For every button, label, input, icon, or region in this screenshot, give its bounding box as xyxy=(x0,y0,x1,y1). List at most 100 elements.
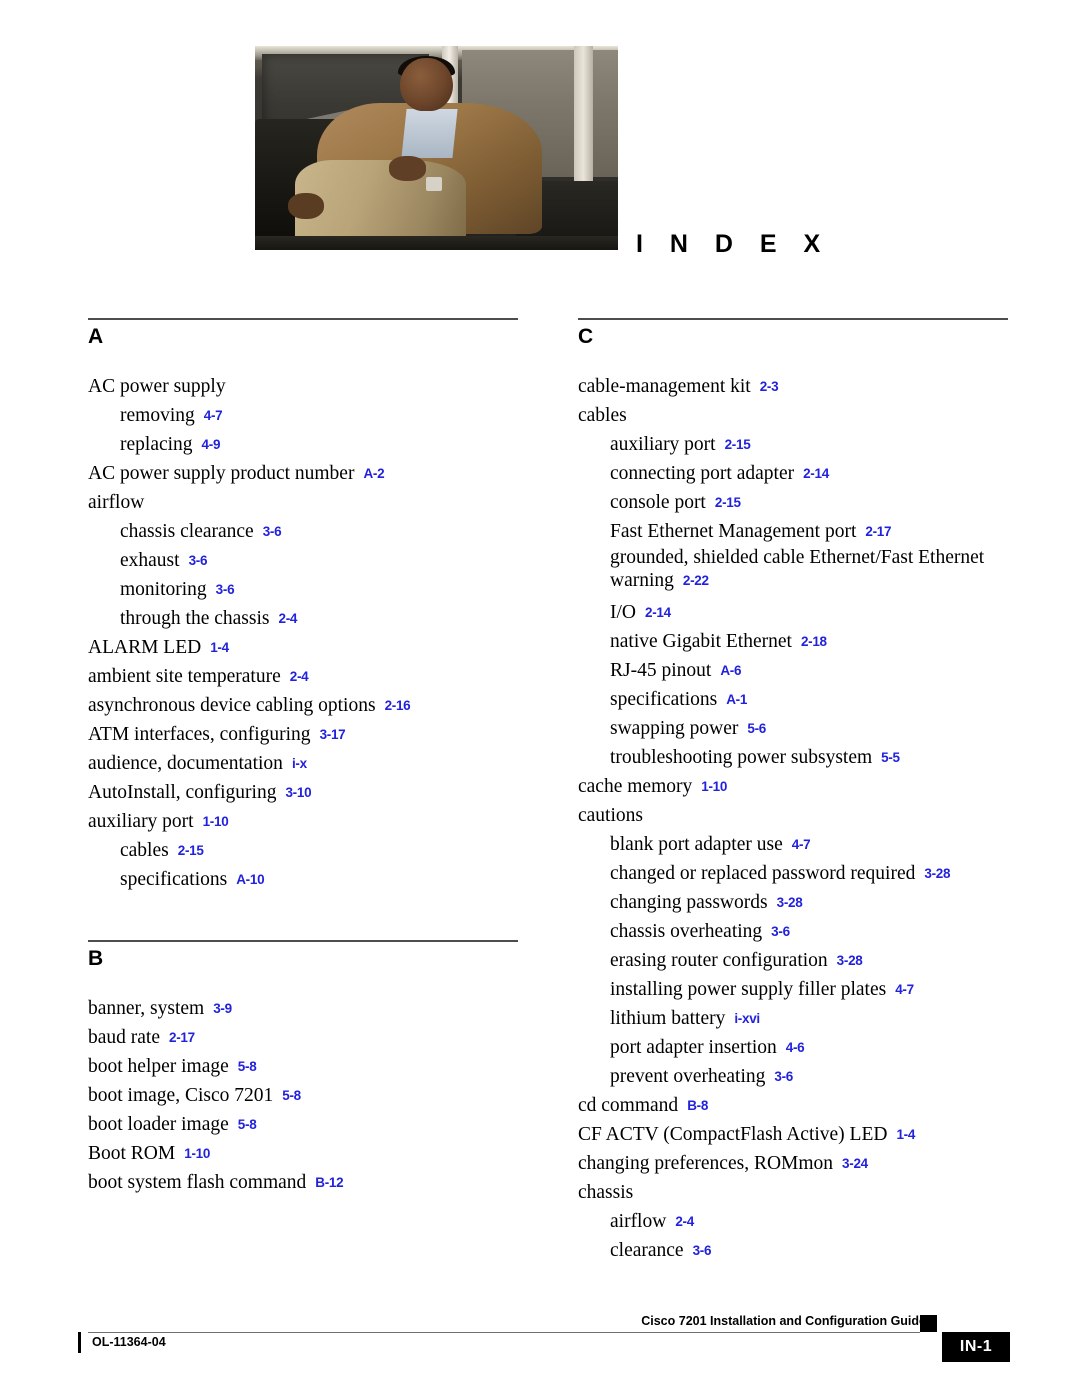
index-page-reference[interactable]: 1-10 xyxy=(701,779,727,794)
index-subentry[interactable]: I/O 2-14 xyxy=(578,598,1010,627)
index-entry[interactable]: ATM interfaces, configuring 3-17 xyxy=(88,720,520,749)
index-page-reference[interactable]: 5-8 xyxy=(238,1059,257,1074)
index-page-reference[interactable]: A-10 xyxy=(236,872,264,887)
index-page-reference[interactable]: 2-4 xyxy=(675,1214,694,1229)
index-subentry[interactable]: chassis clearance 3-6 xyxy=(88,517,520,546)
index-page-reference[interactable]: B-8 xyxy=(687,1098,708,1113)
index-subentry[interactable]: installing power supply filler plates 4-7 xyxy=(578,975,1010,1004)
index-subentry[interactable]: lithium battery i-xvi xyxy=(578,1004,1010,1033)
index-subentry[interactable]: changing passwords 3-28 xyxy=(578,888,1010,917)
index-entry[interactable]: cautions xyxy=(578,801,1010,830)
index-entry[interactable]: auxiliary port 1-10 xyxy=(88,807,520,836)
index-page-reference[interactable]: 2-22 xyxy=(683,573,709,588)
index-entry[interactable]: boot loader image 5-8 xyxy=(88,1110,520,1139)
index-page-reference[interactable]: 1-4 xyxy=(210,640,229,655)
index-page-reference[interactable]: 3-6 xyxy=(774,1069,793,1084)
index-subentry[interactable]: removing 4-7 xyxy=(88,401,520,430)
index-page-reference[interactable]: 2-17 xyxy=(169,1030,195,1045)
index-page-reference[interactable]: 3-6 xyxy=(693,1243,712,1258)
index-page-reference[interactable]: 1-10 xyxy=(184,1146,210,1161)
index-page-reference[interactable]: A-1 xyxy=(726,692,747,707)
index-subentry[interactable]: specifications A-1 xyxy=(578,685,1010,714)
index-subentry[interactable]: grounded, shielded cable Ethernet/Fast E… xyxy=(578,546,1008,592)
index-entry[interactable]: cable-management kit 2-3 xyxy=(578,372,1010,401)
index-entry[interactable]: baud rate 2-17 xyxy=(88,1023,520,1052)
index-page-reference[interactable]: 3-17 xyxy=(320,727,346,742)
index-page-reference[interactable]: 5-5 xyxy=(881,750,900,765)
index-page-reference[interactable]: 5-8 xyxy=(282,1088,301,1103)
index-page-reference[interactable]: 4-7 xyxy=(204,408,223,423)
index-subentry[interactable]: cables 2-15 xyxy=(88,836,520,865)
index-entry[interactable]: ALARM LED 1-4 xyxy=(88,633,520,662)
index-page-reference[interactable]: 2-14 xyxy=(645,605,671,620)
index-page-reference[interactable]: 3-28 xyxy=(837,953,863,968)
index-page-reference[interactable]: 4-7 xyxy=(792,837,811,852)
index-entry[interactable]: cables xyxy=(578,401,1010,430)
index-entry[interactable]: cache memory 1-10 xyxy=(578,772,1010,801)
index-subentry[interactable]: specifications A-10 xyxy=(88,865,520,894)
index-page-reference[interactable]: 2-16 xyxy=(385,698,411,713)
index-entry[interactable]: boot image, Cisco 7201 5-8 xyxy=(88,1081,520,1110)
index-subentry[interactable]: RJ-45 pinout A-6 xyxy=(578,656,1010,685)
index-subentry[interactable]: exhaust 3-6 xyxy=(88,546,520,575)
index-page-reference[interactable]: 2-4 xyxy=(278,611,297,626)
index-subentry[interactable]: Fast Ethernet Management port 2-17 xyxy=(578,517,1010,546)
index-entry[interactable]: airflow xyxy=(88,488,520,517)
index-subentry[interactable]: replacing 4-9 xyxy=(88,430,520,459)
index-page-reference[interactable]: 3-6 xyxy=(189,553,208,568)
index-page-reference[interactable]: 3-24 xyxy=(842,1156,868,1171)
index-subentry[interactable]: through the chassis 2-4 xyxy=(88,604,520,633)
index-entry[interactable]: audience, documentation i-x xyxy=(88,749,520,778)
index-entry[interactable]: CF ACTV (CompactFlash Active) LED 1-4 xyxy=(578,1120,1010,1149)
index-entry[interactable]: boot helper image 5-8 xyxy=(88,1052,520,1081)
index-entry[interactable]: ambient site temperature 2-4 xyxy=(88,662,520,691)
index-page-reference[interactable]: 1-4 xyxy=(896,1127,915,1142)
index-page-reference[interactable]: 2-4 xyxy=(290,669,309,684)
index-subentry[interactable]: clearance 3-6 xyxy=(578,1236,1010,1265)
index-subentry[interactable]: console port 2-15 xyxy=(578,488,1010,517)
index-page-reference[interactable]: 2-18 xyxy=(801,634,827,649)
index-entry[interactable]: AC power supply product number A-2 xyxy=(88,459,520,488)
index-subentry[interactable]: connecting port adapter 2-14 xyxy=(578,459,1010,488)
index-entry[interactable]: asynchronous device cabling options 2-16 xyxy=(88,691,520,720)
index-page-reference[interactable]: 2-14 xyxy=(803,466,829,481)
index-subentry[interactable]: native Gigabit Ethernet 2-18 xyxy=(578,627,1010,656)
index-page-reference[interactable]: B-12 xyxy=(315,1175,343,1190)
index-page-reference[interactable]: 5-8 xyxy=(238,1117,257,1132)
index-page-reference[interactable]: 3-6 xyxy=(263,524,282,539)
index-subentry[interactable]: blank port adapter use 4-7 xyxy=(578,830,1010,859)
index-page-reference[interactable]: 2-15 xyxy=(725,437,751,452)
index-subentry[interactable]: changed or replaced password required 3-2… xyxy=(578,859,1010,888)
index-entry[interactable]: changing preferences, ROMmon 3-24 xyxy=(578,1149,1010,1178)
index-subentry[interactable]: erasing router configuration 3-28 xyxy=(578,946,1010,975)
index-subentry[interactable]: airflow 2-4 xyxy=(578,1207,1010,1236)
index-page-reference[interactable]: 2-17 xyxy=(865,524,891,539)
index-page-reference[interactable]: 4-7 xyxy=(895,982,914,997)
index-page-reference[interactable]: 2-15 xyxy=(178,843,204,858)
index-page-reference[interactable]: 3-28 xyxy=(924,866,950,881)
index-page-reference[interactable]: 3-6 xyxy=(216,582,235,597)
index-entry[interactable]: boot system flash command B-12 xyxy=(88,1168,520,1197)
index-page-reference[interactable]: 5-6 xyxy=(747,721,766,736)
index-page-reference[interactable]: 4-9 xyxy=(202,437,221,452)
index-subentry[interactable]: chassis overheating 3-6 xyxy=(578,917,1010,946)
index-page-reference[interactable]: 3-28 xyxy=(777,895,803,910)
index-page-reference[interactable]: 4-6 xyxy=(786,1040,805,1055)
index-page-reference[interactable]: A-2 xyxy=(363,466,384,481)
index-page-reference[interactable]: A-6 xyxy=(720,663,741,678)
index-subentry[interactable]: troubleshooting power subsystem 5-5 xyxy=(578,743,1010,772)
index-page-reference[interactable]: i-x xyxy=(292,756,307,771)
index-subentry[interactable]: swapping power 5-6 xyxy=(578,714,1010,743)
index-entry[interactable]: banner, system 3-9 xyxy=(88,994,520,1023)
index-page-reference[interactable]: 2-3 xyxy=(760,379,779,394)
index-page-reference[interactable]: 3-9 xyxy=(213,1001,232,1016)
index-entry[interactable]: AC power supply xyxy=(88,372,520,401)
index-entry[interactable]: Boot ROM 1-10 xyxy=(88,1139,520,1168)
index-entry[interactable]: AutoInstall, configuring 3-10 xyxy=(88,778,520,807)
index-page-reference[interactable]: 3-6 xyxy=(771,924,790,939)
index-page-reference[interactable]: 2-15 xyxy=(715,495,741,510)
index-subentry[interactable]: port adapter insertion 4-6 xyxy=(578,1033,1010,1062)
index-page-reference[interactable]: 1-10 xyxy=(203,814,229,829)
index-entry[interactable]: chassis xyxy=(578,1178,1010,1207)
index-page-reference[interactable]: 3-10 xyxy=(285,785,311,800)
